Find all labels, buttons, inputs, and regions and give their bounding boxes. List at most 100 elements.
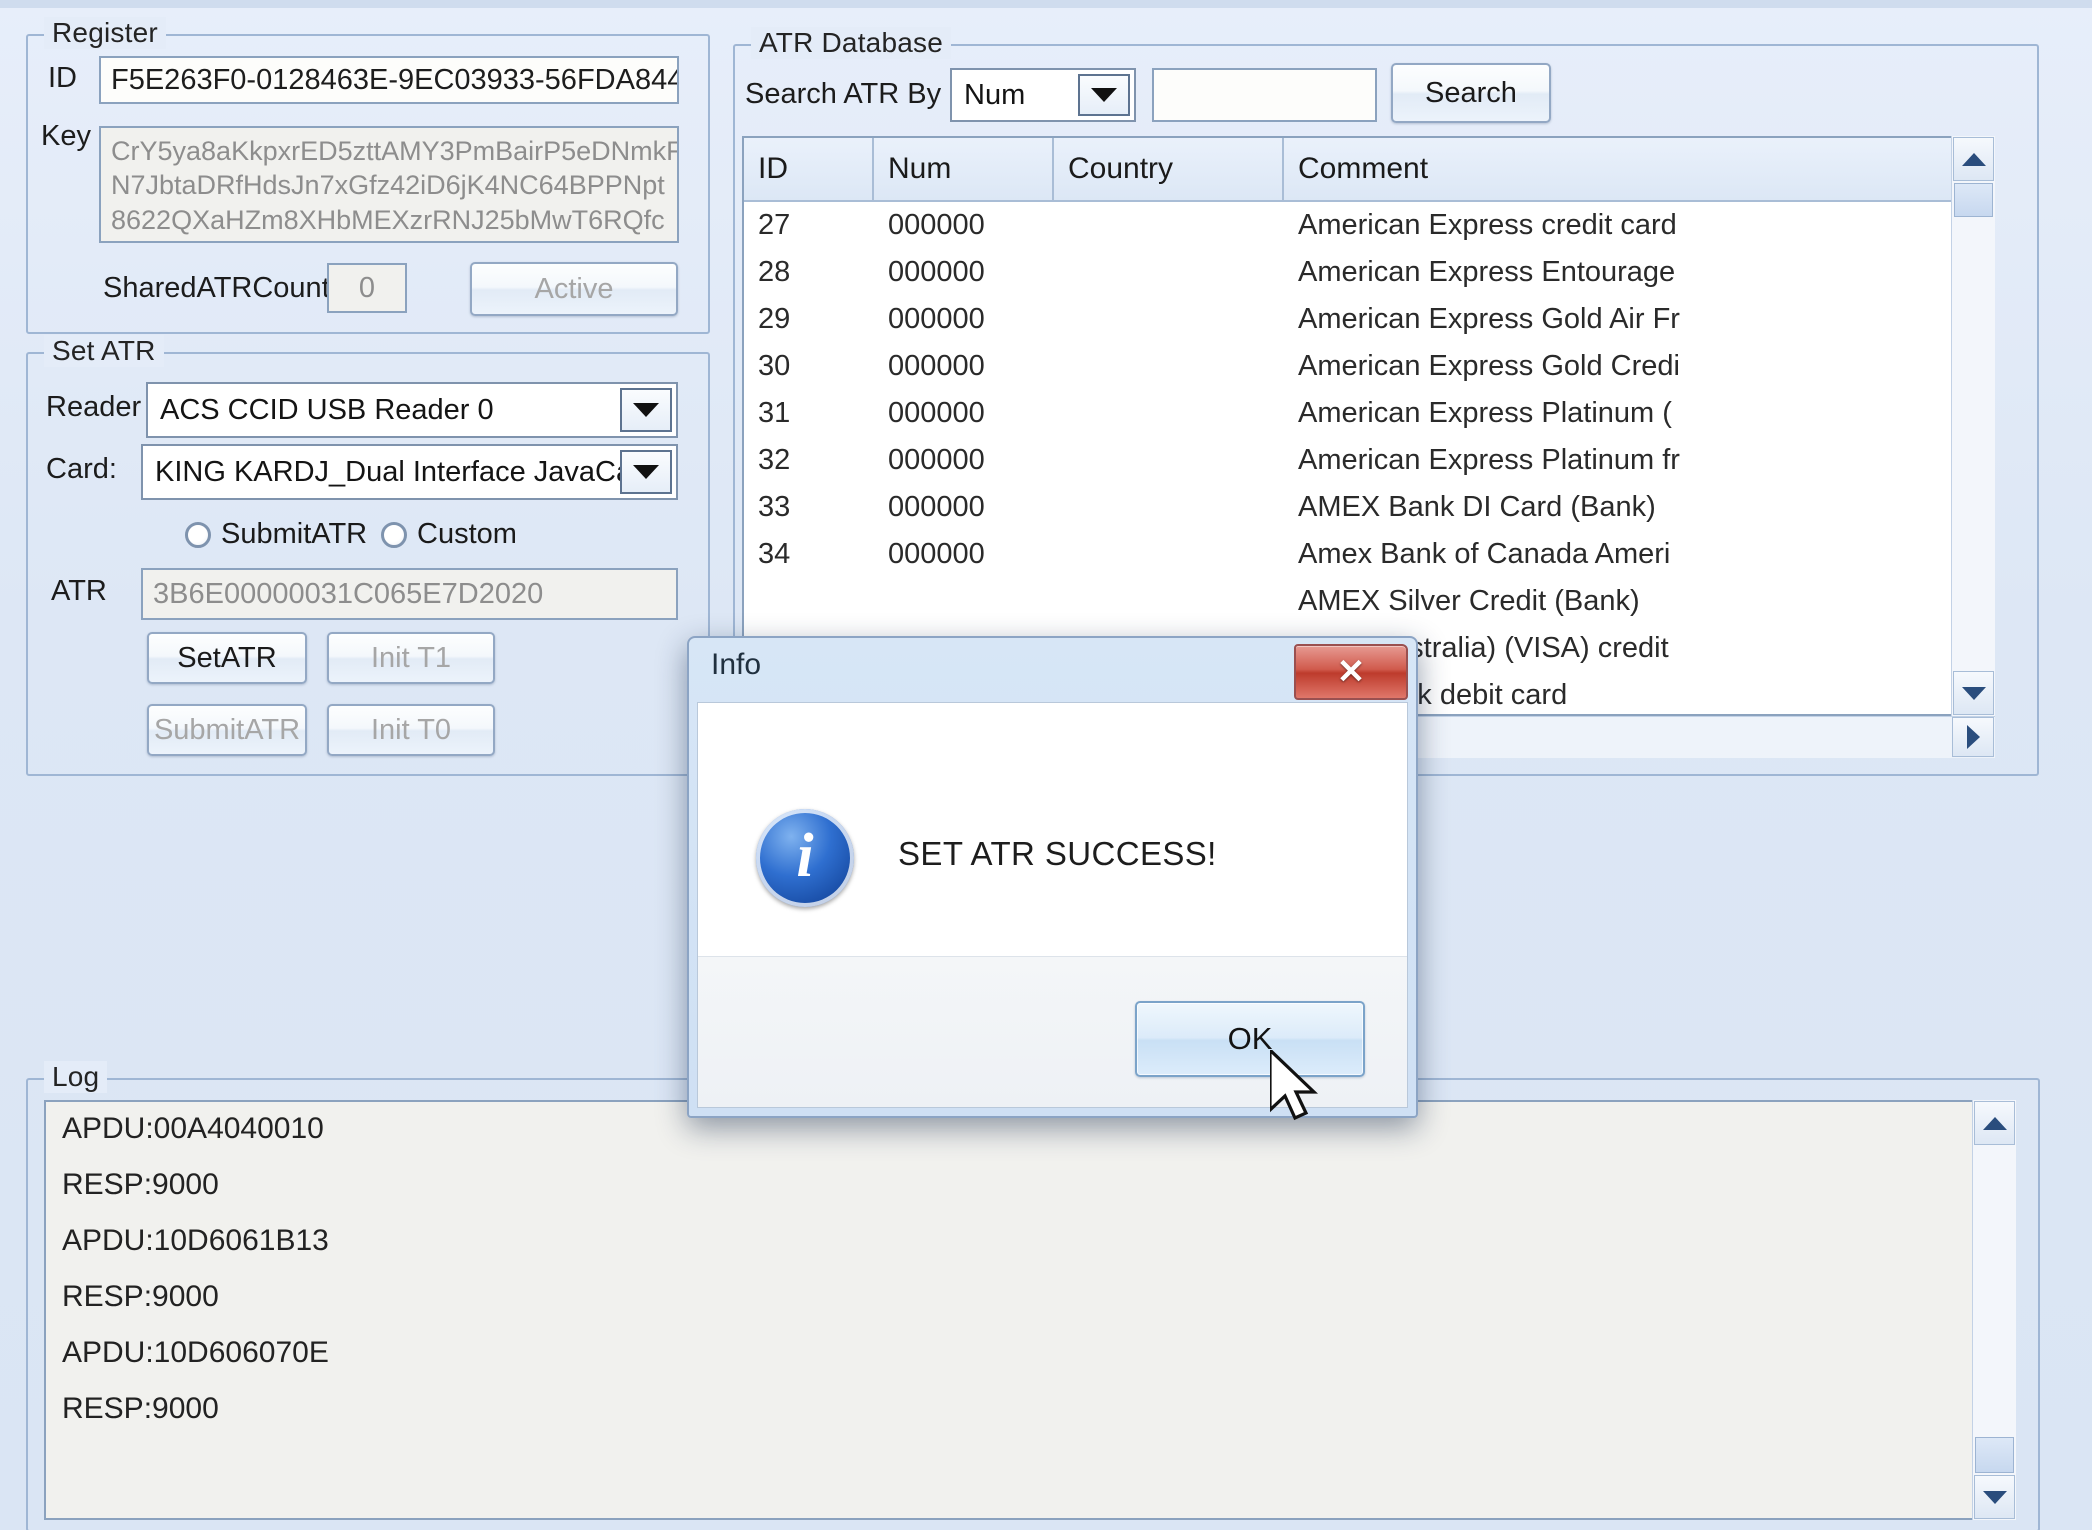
cell-num: 000000 [888,491,985,523]
key-field[interactable]: CrY5ya8aKkpxrED5zttAMY3PmBairP5eDNmkF N7… [99,126,679,243]
log-line: RESP:9000 [62,1392,219,1425]
init-t0-button[interactable]: Init T0 [327,704,495,756]
radio-custom[interactable]: Custom [381,518,517,551]
atr-field[interactable]: 3B6E00000031C065E7D2020 [141,568,678,620]
log-line: APDU:10D606070E [62,1336,329,1369]
cell-num: 000000 [888,209,985,241]
table-row[interactable]: 28 000000 American Express Entourage [744,249,1982,296]
reader-combobox[interactable]: ACS CCID USB Reader 0 [146,382,678,438]
table-row[interactable]: 33 000000 AMEX Bank DI Card (Bank) [744,484,1982,531]
search-button[interactable]: Search [1391,63,1551,123]
column-header-country[interactable]: Country [1054,138,1284,200]
cell-num: 000000 [888,256,985,288]
cell-country [1054,296,1284,343]
cell-id: 33 [758,491,791,523]
chevron-down-icon [633,465,659,479]
card-label: Card: [46,453,117,485]
log-line: RESP:9000 [62,1280,219,1313]
cell-num: 000000 [888,350,985,382]
active-button[interactable]: Active [470,262,678,316]
cell-id: 30 [758,350,791,382]
cell-id: 32 [758,444,791,476]
cell-country [1054,343,1284,390]
shared-atr-count-label: SharedATRCount: [103,272,338,304]
search-input[interactable] [1152,68,1377,122]
ok-button[interactable]: OK [1135,1001,1365,1077]
atr-database-group-legend: ATR Database [751,27,951,59]
scroll-thumb[interactable] [1954,183,1993,217]
cell-country [1054,437,1284,484]
reader-combobox-arrow[interactable] [620,388,672,432]
atr-results-grid[interactable]: ID Num Country Comment 27 000000 American … [742,136,1984,716]
id-field[interactable]: F5E263F0-0128463E-9EC03933-56FDA844 [99,56,679,104]
cell-num: 000000 [888,397,985,429]
cell-comment: AMEX Bank DI Card (Bank) [1298,491,1656,523]
dialog-title: Info [711,648,762,681]
radio-circle-icon [185,521,211,548]
card-combobox[interactable]: KING KARDJ_Dual Interface JavaCa [141,444,678,500]
table-row[interactable]: 27 000000 American Express credit card [744,202,1982,249]
log-line: APDU:10D6061B13 [62,1224,329,1257]
chevron-up-icon [1982,1116,2007,1130]
reader-label: Reader [46,391,142,423]
grid-header: ID Num Country Comment [744,138,1982,202]
cell-id: 34 [758,538,791,570]
dialog-body: i SET ATR SUCCESS! OK [697,702,1408,1108]
log-scroll-up-button[interactable] [1974,1101,2015,1145]
grid-vertical-scrollbar[interactable] [1951,136,1995,716]
submitatr-button[interactable]: SubmitATR [147,704,307,756]
cell-id: 29 [758,303,791,335]
cell-comment: American Express Platinum ( [1298,397,1672,429]
log-lines: APDU:00A4040010 RESP:9000 APDU:10D6061B13 R… [46,1102,2014,1518]
key-label: Key [41,120,91,152]
log-textarea[interactable]: APDU:00A4040010 RESP:9000 APDU:10D6061B13 R… [44,1100,2016,1520]
cell-num: 000000 [888,538,985,570]
card-combobox-value: KING KARDJ_Dual Interface JavaCa [155,455,633,488]
log-scroll-thumb[interactable] [1975,1437,2014,1473]
table-row[interactable]: 30 000000 American Express Gold Credi [744,343,1982,390]
search-by-value: Num [964,78,1026,111]
column-header-num[interactable]: Num [874,138,1054,200]
setatr-button[interactable]: SetATR [147,632,307,684]
table-row[interactable]: AMEX Silver Credit (Bank) [744,578,1982,625]
cell-comment: American Express Gold Credi [1298,350,1680,382]
search-by-combobox[interactable]: Num [950,68,1136,122]
application-window: Register ID F5E263F0-0128463E-9EC03933-5… [0,0,2092,1530]
cell-comment: American Express Platinum fr [1298,444,1680,476]
chevron-right-icon [1966,725,1980,749]
table-row[interactable]: 32 000000 American Express Platinum fr [744,437,1982,484]
cell-num: 000000 [888,303,985,335]
table-row[interactable]: 29 000000 American Express Gold Air Fr [744,296,1982,343]
search-by-combobox-arrow[interactable] [1078,74,1130,116]
init-t1-button[interactable]: Init T1 [327,632,495,684]
scroll-up-button[interactable] [1953,137,1994,181]
column-header-comment[interactable]: Comment [1284,138,1804,200]
column-header-id[interactable]: ID [744,138,874,200]
close-icon[interactable]: ✕ [1294,644,1408,700]
card-combobox-arrow[interactable] [620,450,672,494]
table-row[interactable]: 31 000000 American Express Platinum ( [744,390,1982,437]
chevron-down-icon [1091,88,1117,102]
cell-id [744,578,874,625]
chevron-down-icon [633,403,659,417]
cell-comment: American Express credit card [1298,209,1677,241]
shared-atr-count-field[interactable]: 0 [327,263,407,313]
radio-circle-icon [381,521,407,548]
log-vertical-scrollbar[interactable] [1972,1100,2016,1520]
hscroll-right-button[interactable] [1952,717,1994,757]
log-scroll-down-button[interactable] [1974,1475,2015,1519]
scroll-down-button[interactable] [1953,671,1994,715]
chevron-up-icon [1961,152,1986,166]
cell-comment: American Express Gold Air Fr [1298,303,1680,335]
log-line: APDU:00A4040010 [62,1112,324,1145]
chevron-down-icon [1961,686,1986,700]
cell-comment: AMEX Silver Credit (Bank) [1298,585,1640,617]
radio-custom-label: Custom [417,518,517,550]
log-group-legend: Log [44,1061,108,1093]
radio-submitatr[interactable]: SubmitATR [185,518,367,551]
window-top-edge [0,0,2092,8]
table-row[interactable]: 34 000000 Amex Bank of Canada Ameri [744,531,1982,578]
cell-id: 27 [758,209,791,241]
cell-country [1054,578,1284,625]
cell-country [1054,202,1284,249]
